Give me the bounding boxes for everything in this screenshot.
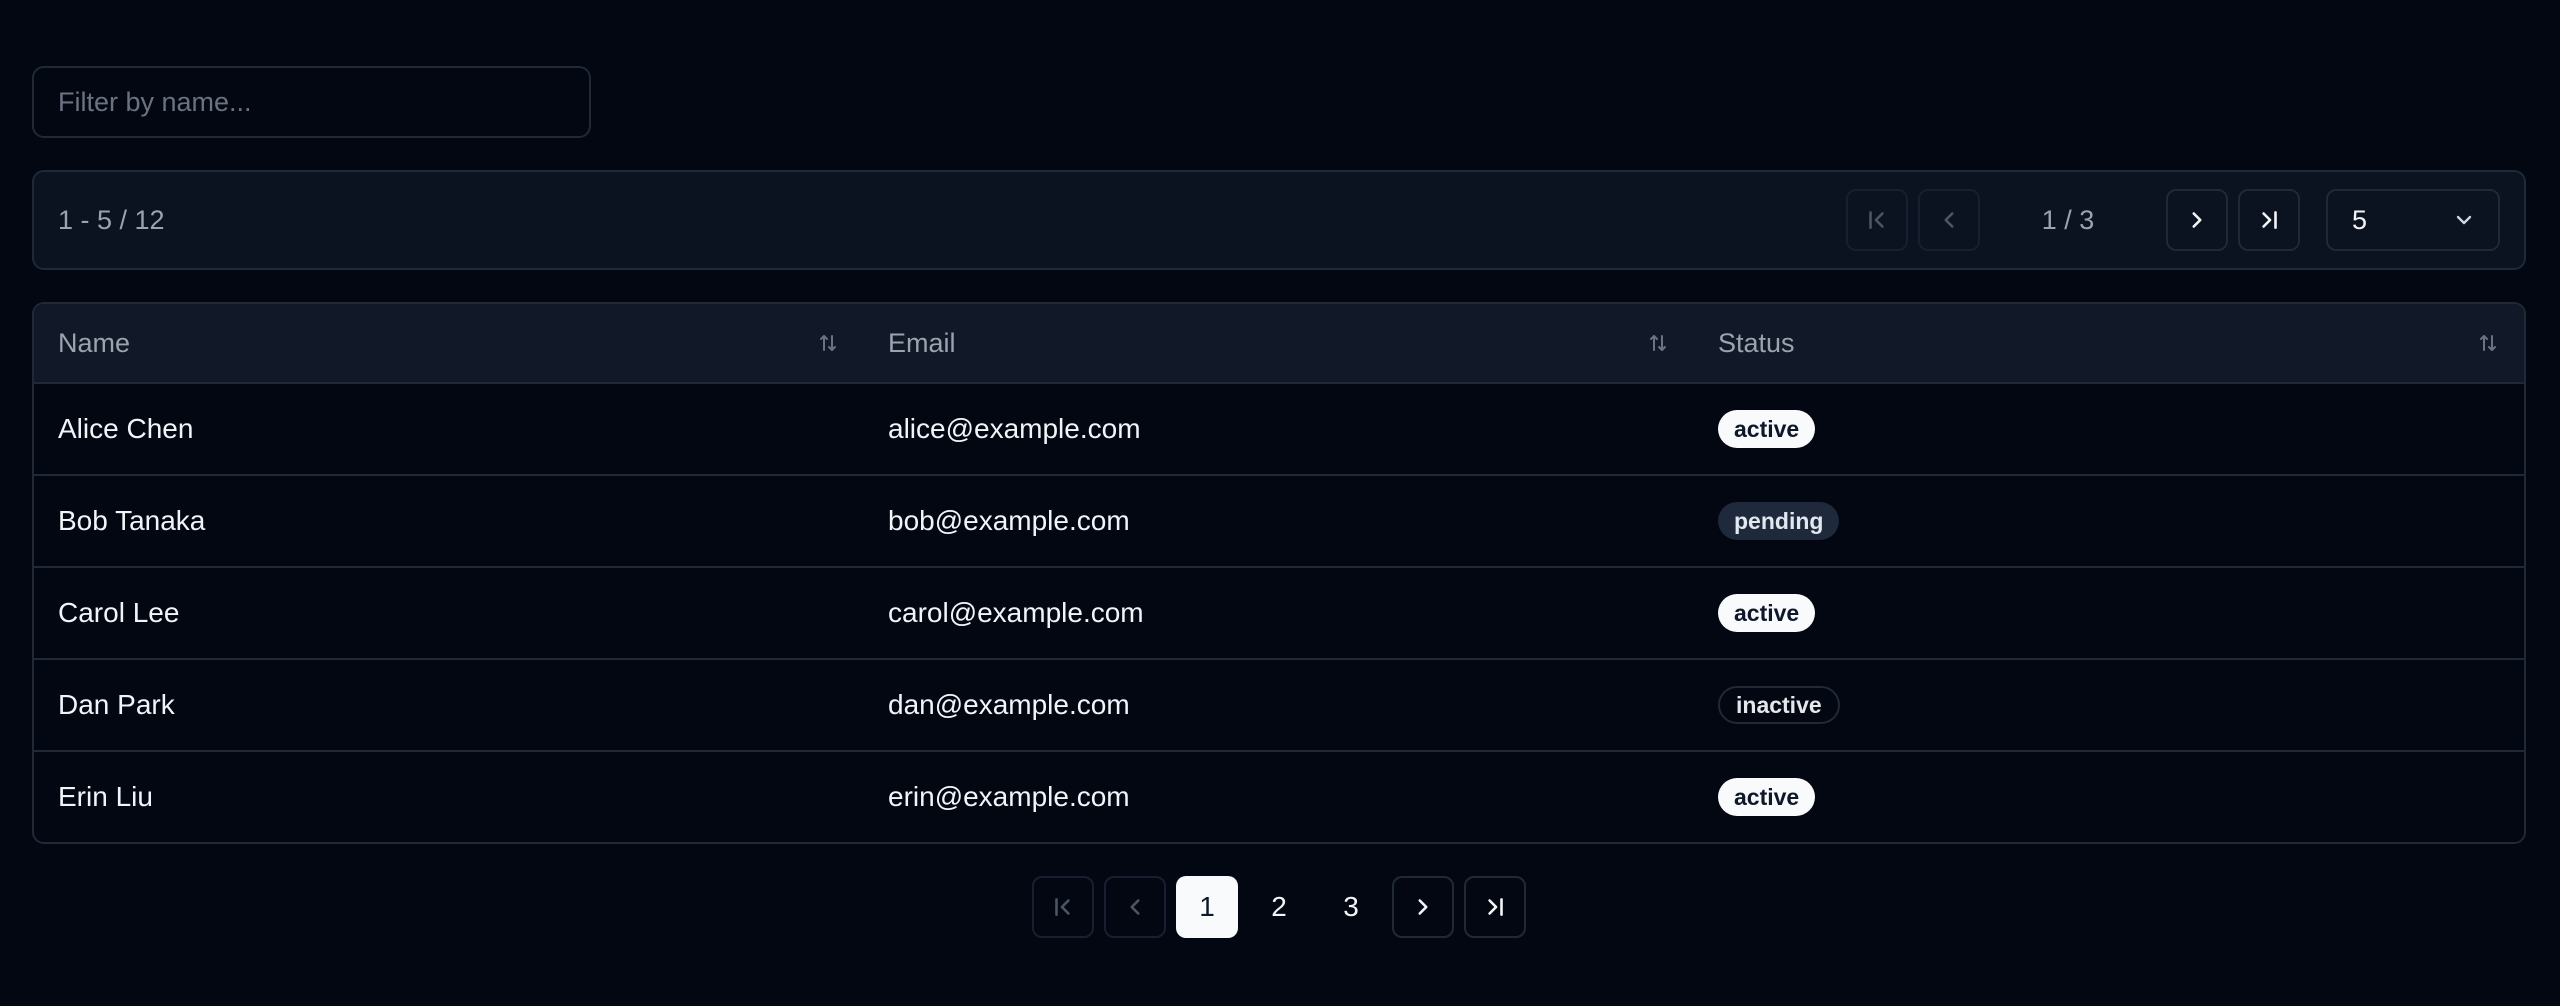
cell-name: Bob Tanaka [58,505,206,536]
table-row[interactable]: Dan Park dan@example.com inactive [34,660,2524,752]
column-header-email[interactable]: Email [864,328,1694,359]
cell-status: inactive [1694,686,2524,724]
next-page-button[interactable] [2166,189,2228,251]
chevron-right-icon [2192,212,2202,228]
column-header-name[interactable]: Name [34,328,864,359]
sort-arrows-icon[interactable] [816,331,840,355]
status-badge: inactive [1718,686,1840,724]
cell-email: alice@example.com [888,413,1141,444]
column-header-status[interactable]: Status [1694,328,2524,359]
page-indicator: 1 / 3 [2041,204,2095,235]
cell-status: active [1694,410,2524,448]
bottom-pagination: 1 2 3 [32,876,2526,938]
column-header-label: Status [1718,327,1795,358]
chevron-right-icon [1418,899,1428,915]
previous-page-button[interactable] [1918,189,1980,251]
cell-email: carol@example.com [888,597,1144,628]
page-number-button-3[interactable]: 3 [1320,876,1382,938]
page-size-select[interactable]: 5 [2326,189,2500,251]
cell-status: active [1694,778,2524,816]
row-range-label: 1 - 5 / 12 [58,204,165,235]
table-row[interactable]: Alice Chen alice@example.com active [34,384,2524,476]
filter-by-name-input[interactable] [32,66,591,138]
page-number-button-2[interactable]: 2 [1248,876,1310,938]
table-row[interactable]: Carol Lee carol@example.com active [34,568,2524,660]
chevrons-last-icon [1488,898,1503,916]
cell-name: Erin Liu [58,781,153,812]
chevron-left-icon [1944,212,1954,228]
users-table: Name Email Status Alice Chen alice@examp… [32,302,2526,844]
top-pagination-toolbar: 1 - 5 / 12 1 / 3 5 [32,170,2526,270]
last-page-button[interactable] [2238,189,2300,251]
cell-name: Dan Park [58,689,175,720]
data-table-page: 1 - 5 / 12 1 / 3 5 Name Email [32,66,2526,938]
last-page-button[interactable] [1464,876,1526,938]
chevron-left-icon [1130,899,1140,915]
cell-name: Carol Lee [58,597,180,628]
next-page-button[interactable] [1392,876,1454,938]
page-size-value: 5 [2352,204,2368,235]
chevron-down-icon [2456,215,2472,225]
cell-status: active [1694,594,2524,632]
chevrons-first-icon [1055,898,1070,916]
status-badge: active [1718,778,1816,816]
status-badge: pending [1718,502,1840,540]
chevrons-first-icon [1869,211,1884,229]
cell-email: dan@example.com [888,689,1130,720]
column-header-label: Name [58,327,131,358]
column-header-label: Email [888,327,956,358]
status-badge: active [1718,594,1816,632]
table-row[interactable]: Erin Liu erin@example.com active [34,752,2524,842]
sort-arrows-icon[interactable] [1646,331,1670,355]
previous-page-button[interactable] [1104,876,1166,938]
cell-status: pending [1694,502,2524,540]
first-page-button[interactable] [1032,876,1094,938]
page-number-button-1[interactable]: 1 [1176,876,1238,938]
table-header: Name Email Status [34,304,2524,384]
sort-arrows-icon[interactable] [2476,331,2500,355]
cell-email: bob@example.com [888,505,1130,536]
table-row[interactable]: Bob Tanaka bob@example.com pending [34,476,2524,568]
cell-email: erin@example.com [888,781,1130,812]
cell-name: Alice Chen [58,413,194,444]
first-page-button[interactable] [1846,189,1908,251]
chevrons-last-icon [2262,211,2277,229]
status-badge: active [1718,410,1816,448]
